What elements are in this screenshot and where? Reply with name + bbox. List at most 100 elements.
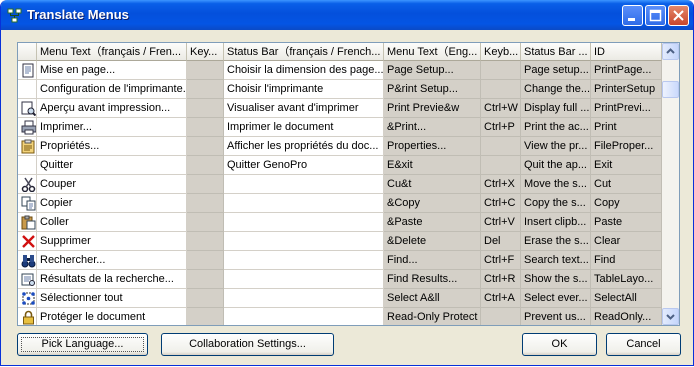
cell-menu-text-en[interactable]: P&rint Setup...: [384, 80, 481, 99]
cell-status-bar-en[interactable]: Select ever...: [521, 289, 591, 308]
cell-status-bar-en[interactable]: Display full ...: [521, 99, 591, 118]
cell-key-en[interactable]: [481, 137, 521, 156]
cell-id[interactable]: Paste: [591, 213, 662, 232]
title-bar[interactable]: Translate Menus: [1, 0, 693, 30]
cell-key-fr[interactable]: [187, 137, 224, 156]
cell-key-en[interactable]: Ctrl+A: [481, 289, 521, 308]
cell-key-fr[interactable]: [187, 213, 224, 232]
cell-menu-text-en[interactable]: &Copy: [384, 194, 481, 213]
cell-id[interactable]: Print: [591, 118, 662, 137]
cell-key-fr[interactable]: [187, 118, 224, 137]
scroll-up-button[interactable]: [662, 43, 679, 60]
close-button[interactable]: [668, 5, 689, 26]
cell-status-bar-fr[interactable]: [224, 270, 384, 289]
header-status-bar-en[interactable]: Status Bar ...: [521, 43, 591, 61]
cell-key-fr[interactable]: [187, 270, 224, 289]
cell-key-fr[interactable]: [187, 232, 224, 251]
header-menu-text-fr[interactable]: Menu Text（français / Fren...: [37, 43, 187, 61]
cell-menu-text-en[interactable]: &Delete: [384, 232, 481, 251]
cell-key-en[interactable]: Ctrl+W: [481, 99, 521, 118]
cell-key-fr[interactable]: [187, 99, 224, 118]
cell-menu-text-en[interactable]: Cu&t: [384, 175, 481, 194]
cell-menu-text-fr[interactable]: Imprimer...: [37, 118, 187, 137]
cell-menu-text-fr[interactable]: Protéger le document: [37, 308, 187, 325]
cell-status-bar-en[interactable]: Move the s...: [521, 175, 591, 194]
cell-status-bar-en[interactable]: Quit the ap...: [521, 156, 591, 175]
cell-status-bar-fr[interactable]: Choisir la dimension des page...: [224, 61, 384, 80]
cell-status-bar-en[interactable]: Show the s...: [521, 270, 591, 289]
cell-key-fr[interactable]: [187, 80, 224, 99]
cell-key-fr[interactable]: [187, 175, 224, 194]
cell-status-bar-fr[interactable]: [224, 289, 384, 308]
cell-status-bar-en[interactable]: View the pr...: [521, 137, 591, 156]
cell-id[interactable]: PrinterSetup: [591, 80, 662, 99]
cell-status-bar-en[interactable]: Search text...: [521, 251, 591, 270]
cell-menu-text-en[interactable]: E&xit: [384, 156, 481, 175]
cell-menu-text-fr[interactable]: Propriétés...: [37, 137, 187, 156]
minimize-button[interactable]: [622, 5, 643, 26]
cell-status-bar-fr[interactable]: Quitter GenoPro: [224, 156, 384, 175]
cell-key-en[interactable]: Del: [481, 232, 521, 251]
header-icon-column[interactable]: [18, 43, 37, 61]
cell-id[interactable]: SelectAll: [591, 289, 662, 308]
cell-id[interactable]: Clear: [591, 232, 662, 251]
cell-id[interactable]: FileProper...: [591, 137, 662, 156]
cell-id[interactable]: Exit: [591, 156, 662, 175]
maximize-button[interactable]: [645, 5, 666, 26]
cell-menu-text-fr[interactable]: Configuration de l'imprimante...: [37, 80, 187, 99]
cell-key-en[interactable]: Ctrl+V: [481, 213, 521, 232]
cell-key-en[interactable]: [481, 80, 521, 99]
cell-key-fr[interactable]: [187, 194, 224, 213]
cell-status-bar-fr[interactable]: Imprimer le document: [224, 118, 384, 137]
cell-menu-text-en[interactable]: Page Setup...: [384, 61, 481, 80]
cell-status-bar-fr[interactable]: [224, 232, 384, 251]
cell-menu-text-en[interactable]: &Print...: [384, 118, 481, 137]
cell-key-en[interactable]: Ctrl+C: [481, 194, 521, 213]
cell-menu-text-fr[interactable]: Mise en page...: [37, 61, 187, 80]
cell-menu-text-en[interactable]: Select A&ll: [384, 289, 481, 308]
cell-menu-text-fr[interactable]: Coller: [37, 213, 187, 232]
translation-grid[interactable]: Menu Text（français / Fren... Key... Stat…: [17, 42, 680, 326]
cell-key-en[interactable]: Ctrl+R: [481, 270, 521, 289]
header-key-fr[interactable]: Key...: [187, 43, 224, 61]
cell-id[interactable]: ReadOnly...: [591, 308, 662, 325]
cell-menu-text-fr[interactable]: Rechercher...: [37, 251, 187, 270]
header-menu-text-en[interactable]: Menu Text（Eng...: [384, 43, 481, 61]
cell-menu-text-fr[interactable]: Aperçu avant impression...: [37, 99, 187, 118]
cell-key-en[interactable]: [481, 156, 521, 175]
cell-menu-text-fr[interactable]: Quitter: [37, 156, 187, 175]
cell-key-en[interactable]: Ctrl+X: [481, 175, 521, 194]
cell-menu-text-en[interactable]: Find...: [384, 251, 481, 270]
cell-status-bar-fr[interactable]: Choisir l'imprimante: [224, 80, 384, 99]
cell-id[interactable]: Cut: [591, 175, 662, 194]
cell-key-en[interactable]: [481, 308, 521, 325]
cell-key-en[interactable]: Ctrl+F: [481, 251, 521, 270]
cell-status-bar-fr[interactable]: Visualiser avant d'imprimer: [224, 99, 384, 118]
cell-status-bar-en[interactable]: Prevent us...: [521, 308, 591, 325]
cell-status-bar-fr[interactable]: [224, 251, 384, 270]
collaboration-settings-button[interactable]: Collaboration Settings...: [161, 333, 334, 356]
cell-key-en[interactable]: [481, 61, 521, 80]
cell-menu-text-en[interactable]: Print Previe&w: [384, 99, 481, 118]
cell-status-bar-en[interactable]: Change the...: [521, 80, 591, 99]
cell-id[interactable]: PrintPrevi...: [591, 99, 662, 118]
cell-key-fr[interactable]: [187, 289, 224, 308]
cell-status-bar-fr[interactable]: [224, 308, 384, 325]
cell-key-fr[interactable]: [187, 251, 224, 270]
cell-menu-text-fr[interactable]: Résultats de la recherche...: [37, 270, 187, 289]
cell-menu-text-en[interactable]: Properties...: [384, 137, 481, 156]
cell-key-fr[interactable]: [187, 156, 224, 175]
vertical-scrollbar[interactable]: [662, 43, 679, 325]
cell-key-en[interactable]: Ctrl+P: [481, 118, 521, 137]
cell-status-bar-en[interactable]: Insert clipb...: [521, 213, 591, 232]
header-key-en[interactable]: Keyb...: [481, 43, 521, 61]
cell-status-bar-fr[interactable]: Afficher les propriétés du doc...: [224, 137, 384, 156]
cell-menu-text-fr[interactable]: Sélectionner tout: [37, 289, 187, 308]
cell-id[interactable]: TableLayo...: [591, 270, 662, 289]
pick-language-button[interactable]: Pick Language...: [17, 333, 148, 356]
cell-menu-text-en[interactable]: Find Results...: [384, 270, 481, 289]
cell-menu-text-fr[interactable]: Copier: [37, 194, 187, 213]
cell-status-bar-en[interactable]: Copy the s...: [521, 194, 591, 213]
cell-menu-text-fr[interactable]: Couper: [37, 175, 187, 194]
cell-menu-text-en[interactable]: Read-Only Protect: [384, 308, 481, 325]
